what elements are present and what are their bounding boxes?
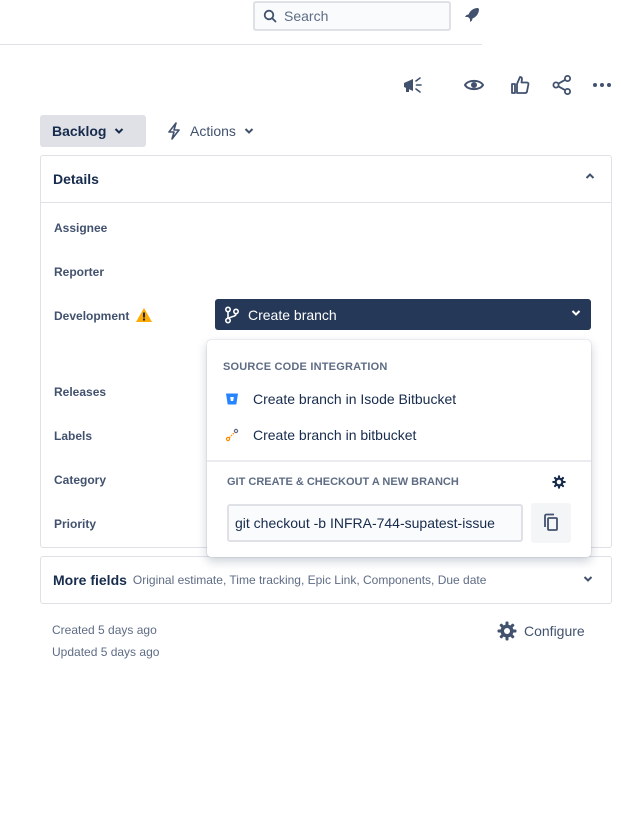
git-checkout-heading: GIT CREATE & CHECKOUT A NEW BRANCH xyxy=(227,476,459,488)
create-branch-bitbucket-item[interactable]: Create branch in bitbucket xyxy=(207,418,591,452)
labels-label: Labels xyxy=(54,429,93,443)
more-fields-section[interactable]: More fields Original estimate, Time trac… xyxy=(40,556,612,604)
status-label: Backlog xyxy=(52,123,107,139)
search-box[interactable] xyxy=(253,1,451,31)
development-label: Development xyxy=(54,309,130,323)
releases-label: Releases xyxy=(54,385,107,399)
copy-icon xyxy=(544,513,558,531)
git-command-text: git checkout -b INFRA-744-supatest-issue xyxy=(235,515,495,531)
updated-timestamp: Updated 5 days ago xyxy=(52,645,160,659)
create-branch-isode-bitbucket-item[interactable]: Create branch in Isode Bitbucket xyxy=(207,382,591,416)
chevron-down-icon xyxy=(583,576,593,582)
chevron-down-icon xyxy=(115,128,124,134)
item-label: Create branch in bitbucket xyxy=(253,427,417,443)
chevron-down-icon xyxy=(244,128,254,134)
created-timestamp: Created 5 days ago xyxy=(52,623,157,637)
vote-thumbs-up-icon[interactable] xyxy=(508,73,532,97)
create-branch-dropdown: SOURCE CODE INTEGRATION Create branch in… xyxy=(207,340,591,557)
git-branch-icon xyxy=(225,428,239,442)
actions-button[interactable]: Actions xyxy=(166,115,254,147)
gear-icon xyxy=(497,621,517,641)
whats-new-rocket-icon[interactable] xyxy=(463,6,481,29)
top-navigation-bar xyxy=(0,0,482,45)
priority-label: Priority xyxy=(54,517,97,531)
feedback-megaphone-icon[interactable] xyxy=(400,73,424,97)
item-label: Create branch in Isode Bitbucket xyxy=(253,391,457,407)
chevron-up-icon[interactable] xyxy=(585,172,595,180)
details-title: Details xyxy=(53,171,99,187)
details-header[interactable]: Details xyxy=(41,156,611,203)
configure-label: Configure xyxy=(524,623,585,639)
reporter-label: Reporter xyxy=(54,265,105,279)
source-code-heading: SOURCE CODE INTEGRATION xyxy=(223,361,388,373)
category-label: Category xyxy=(54,473,107,487)
search-input[interactable] xyxy=(284,8,434,24)
gear-icon[interactable] xyxy=(552,475,566,489)
divider xyxy=(207,460,591,462)
chevron-down-icon xyxy=(571,310,581,316)
copy-button[interactable] xyxy=(531,503,571,543)
git-branch-icon xyxy=(224,305,240,324)
assignee-label: Assignee xyxy=(54,221,108,235)
watch-eye-icon[interactable] xyxy=(462,73,486,97)
more-fields-summary: Original estimate, Time tracking, Epic L… xyxy=(132,573,487,587)
create-branch-label: Create branch xyxy=(248,306,337,323)
lightning-bolt-icon xyxy=(168,122,180,140)
create-branch-button[interactable]: Create branch xyxy=(215,299,591,330)
share-icon[interactable] xyxy=(550,73,574,97)
configure-button[interactable]: Configure xyxy=(497,621,585,641)
more-actions-icon[interactable] xyxy=(590,73,614,97)
search-icon xyxy=(263,9,277,23)
status-button[interactable]: Backlog xyxy=(40,115,146,147)
git-command-field[interactable]: git checkout -b INFRA-744-supatest-issue xyxy=(227,504,523,542)
bitbucket-icon xyxy=(226,393,238,405)
more-fields-title: More fields xyxy=(53,572,127,588)
warning-icon[interactable] xyxy=(135,307,153,323)
actions-label: Actions xyxy=(190,123,236,139)
